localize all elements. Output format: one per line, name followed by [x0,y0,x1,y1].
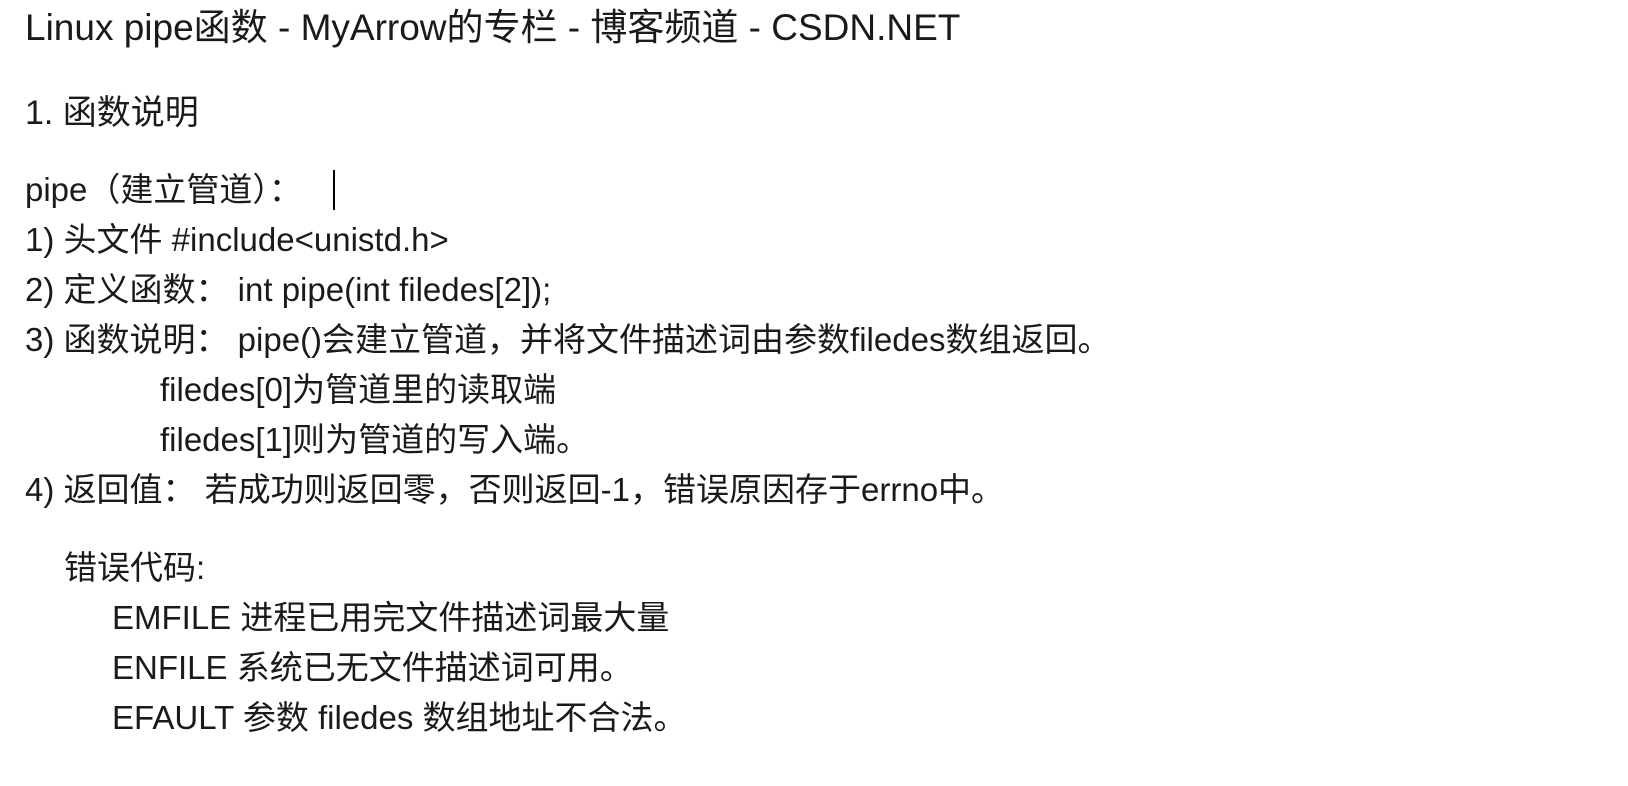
section-heading: 1. 函数说明 [25,94,199,132]
page-title: Linux pipe函数 - MyArrow的专栏 - 博客频道 - CSDN.… [25,7,961,48]
error-enfile-line: ENFILE 系统已无文件描述词可用。 [112,649,633,686]
error-emfile-line: EMFILE 进程已用完文件描述词最大量 [112,599,670,636]
description-line: 3) 函数说明： pipe()会建立管道，并将文件描述词由参数filedes数组… [25,321,1111,358]
error-codes-label: 错误代码: [64,549,206,586]
pipe-line: pipe（建立管道）： [25,171,302,208]
header-file-line: 1) 头文件 #include<unistd.h> [25,221,449,258]
error-efault-line: EFAULT 参数 filedes 数组地址不合法。 [112,699,687,736]
description-read-line: filedes[0]为管道里的读取端 [160,371,557,408]
text-cursor [333,170,335,210]
definition-line: 2) 定义函数： int pipe(int filedes[2]); [25,271,552,308]
return-value-line: 4) 返回值： 若成功则返回零，否则返回-1，错误原因存于errno中。 [25,471,1005,508]
description-write-line: filedes[1]则为管道的写入端。 [160,421,590,458]
